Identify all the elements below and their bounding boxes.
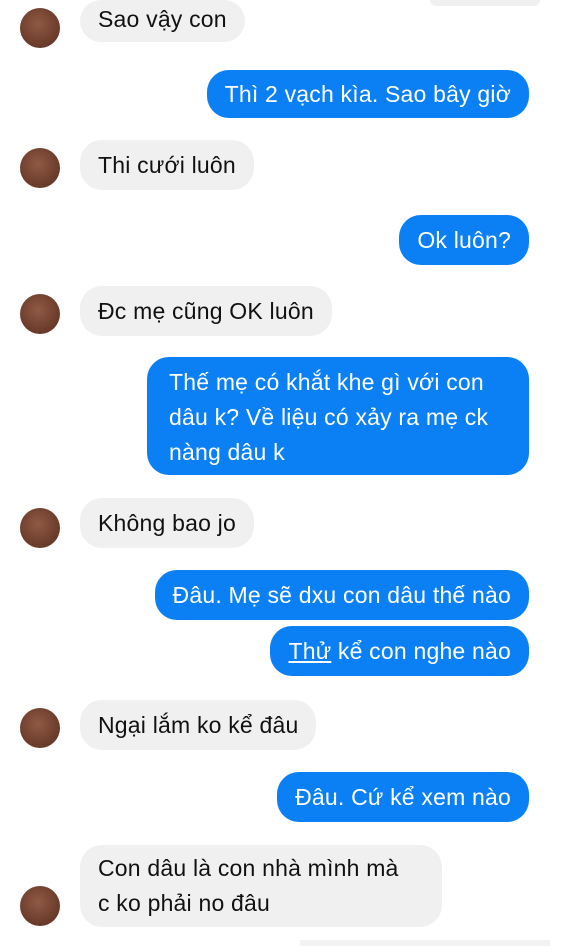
contact-avatar[interactable] bbox=[20, 886, 60, 926]
incoming-message: Con dâu là con nhà mình mà c ko phải no … bbox=[80, 845, 442, 927]
message-text: Đâu. Cứ kể xem nào bbox=[295, 784, 511, 810]
message-text: Đâu. Mẹ sẽ dxu con dâu thế nào bbox=[172, 582, 511, 608]
message-text: Không bao jo bbox=[98, 510, 236, 536]
incoming-message: Sao vậy con bbox=[80, 0, 245, 42]
message-text: Thi cưới luôn bbox=[98, 152, 236, 178]
underlined-word[interactable]: Thử bbox=[288, 638, 331, 664]
message-line: dâu k? Về liệu có xảy ra mẹ ck bbox=[169, 404, 489, 430]
message-text: Ngại lắm ko kể đâu bbox=[98, 712, 299, 738]
message-text: Đc mẹ cũng OK luôn bbox=[98, 298, 314, 324]
partial-bubble-top bbox=[430, 0, 540, 6]
outgoing-message: Thì 2 vạch kìa. Sao bây giờ bbox=[206, 70, 529, 118]
message-line: c ko phải no đâu bbox=[98, 890, 270, 916]
message-line: nàng dâu k bbox=[169, 439, 285, 465]
chat-thread: Sao vậy con Thì 2 vạch kìa. Sao bây giờ … bbox=[0, 0, 567, 946]
outgoing-message: Thế mẹ có khắt khe gì với con dâu k? Về … bbox=[147, 357, 529, 475]
contact-avatar[interactable] bbox=[20, 708, 60, 748]
contact-avatar[interactable] bbox=[20, 294, 60, 334]
outgoing-message: Thử kể con nghe nào bbox=[270, 626, 529, 676]
partial-element-bottom bbox=[300, 940, 550, 946]
incoming-message: Không bao jo bbox=[80, 498, 254, 548]
outgoing-message: Đâu. Mẹ sẽ dxu con dâu thế nào bbox=[154, 570, 529, 620]
outgoing-message: Ok luôn? bbox=[399, 215, 529, 265]
message-text: Thì 2 vạch kìa. Sao bây giờ bbox=[224, 81, 511, 107]
message-text: Ok luôn? bbox=[417, 227, 511, 253]
incoming-message: Ngại lắm ko kể đâu bbox=[80, 700, 317, 750]
incoming-message: Thi cưới luôn bbox=[80, 140, 254, 190]
message-line: Con dâu là con nhà mình mà bbox=[98, 855, 399, 881]
message-text: Sao vậy con bbox=[98, 6, 227, 32]
message-line: Thế mẹ có khắt khe gì với con bbox=[169, 369, 484, 395]
contact-avatar[interactable] bbox=[20, 148, 60, 188]
outgoing-message: Đâu. Cứ kể xem nào bbox=[277, 772, 529, 822]
contact-avatar[interactable] bbox=[20, 508, 60, 548]
contact-avatar[interactable] bbox=[20, 8, 60, 48]
message-text: kể con nghe nào bbox=[331, 638, 511, 664]
incoming-message: Đc mẹ cũng OK luôn bbox=[80, 286, 332, 336]
